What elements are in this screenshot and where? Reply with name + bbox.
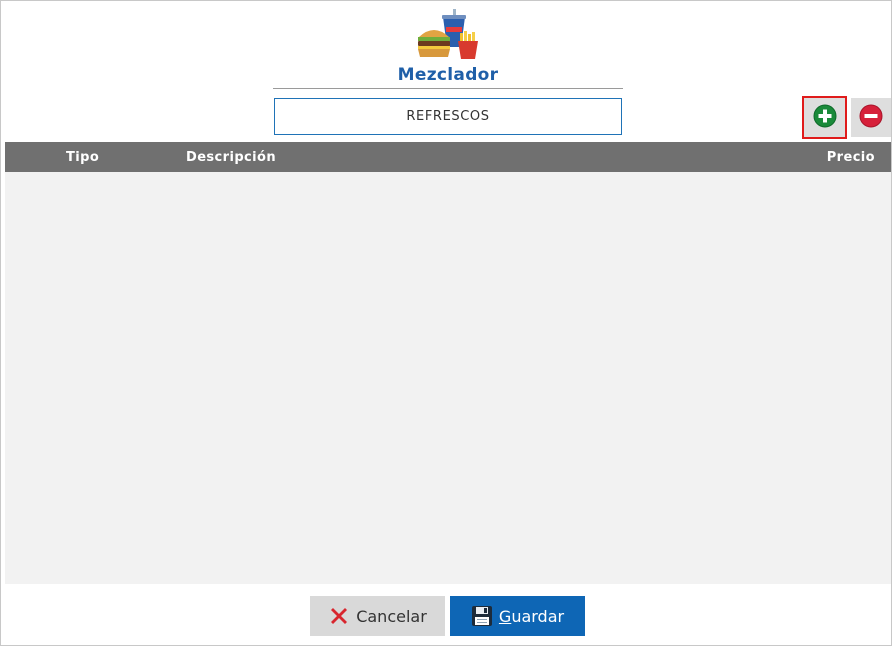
column-header-precio[interactable]: Precio — [827, 150, 875, 165]
items-table-body[interactable] — [5, 172, 891, 584]
dialog-title: Mezclador — [397, 65, 499, 85]
save-label-rest: uardar — [511, 606, 565, 626]
floppy-disk-icon — [471, 605, 493, 627]
cancel-label: Cancelar — [356, 606, 427, 626]
food-combo-logo-icon — [415, 7, 481, 63]
close-icon — [328, 605, 350, 627]
column-header-tipo[interactable]: Tipo — [66, 150, 99, 165]
save-label: Guardar — [499, 607, 564, 626]
table-header: Tipo Descripción Precio — [5, 142, 891, 172]
cancel-button[interactable]: Cancelar — [310, 596, 445, 636]
title-divider — [273, 88, 623, 89]
save-button[interactable]: Guardar — [450, 596, 585, 636]
save-label-accelerator: G — [498, 606, 512, 626]
column-header-descripcion[interactable]: Descripción — [186, 150, 276, 165]
add-item-button[interactable] — [802, 96, 847, 139]
category-name-field[interactable]: REFRESCOS — [274, 98, 622, 135]
minus-circle-icon — [859, 104, 883, 132]
plus-circle-icon — [813, 104, 837, 132]
mixer-dialog: Mezclador REFRESCOS Tipo Descripción Pre… — [0, 0, 892, 646]
remove-item-button[interactable] — [851, 98, 891, 137]
